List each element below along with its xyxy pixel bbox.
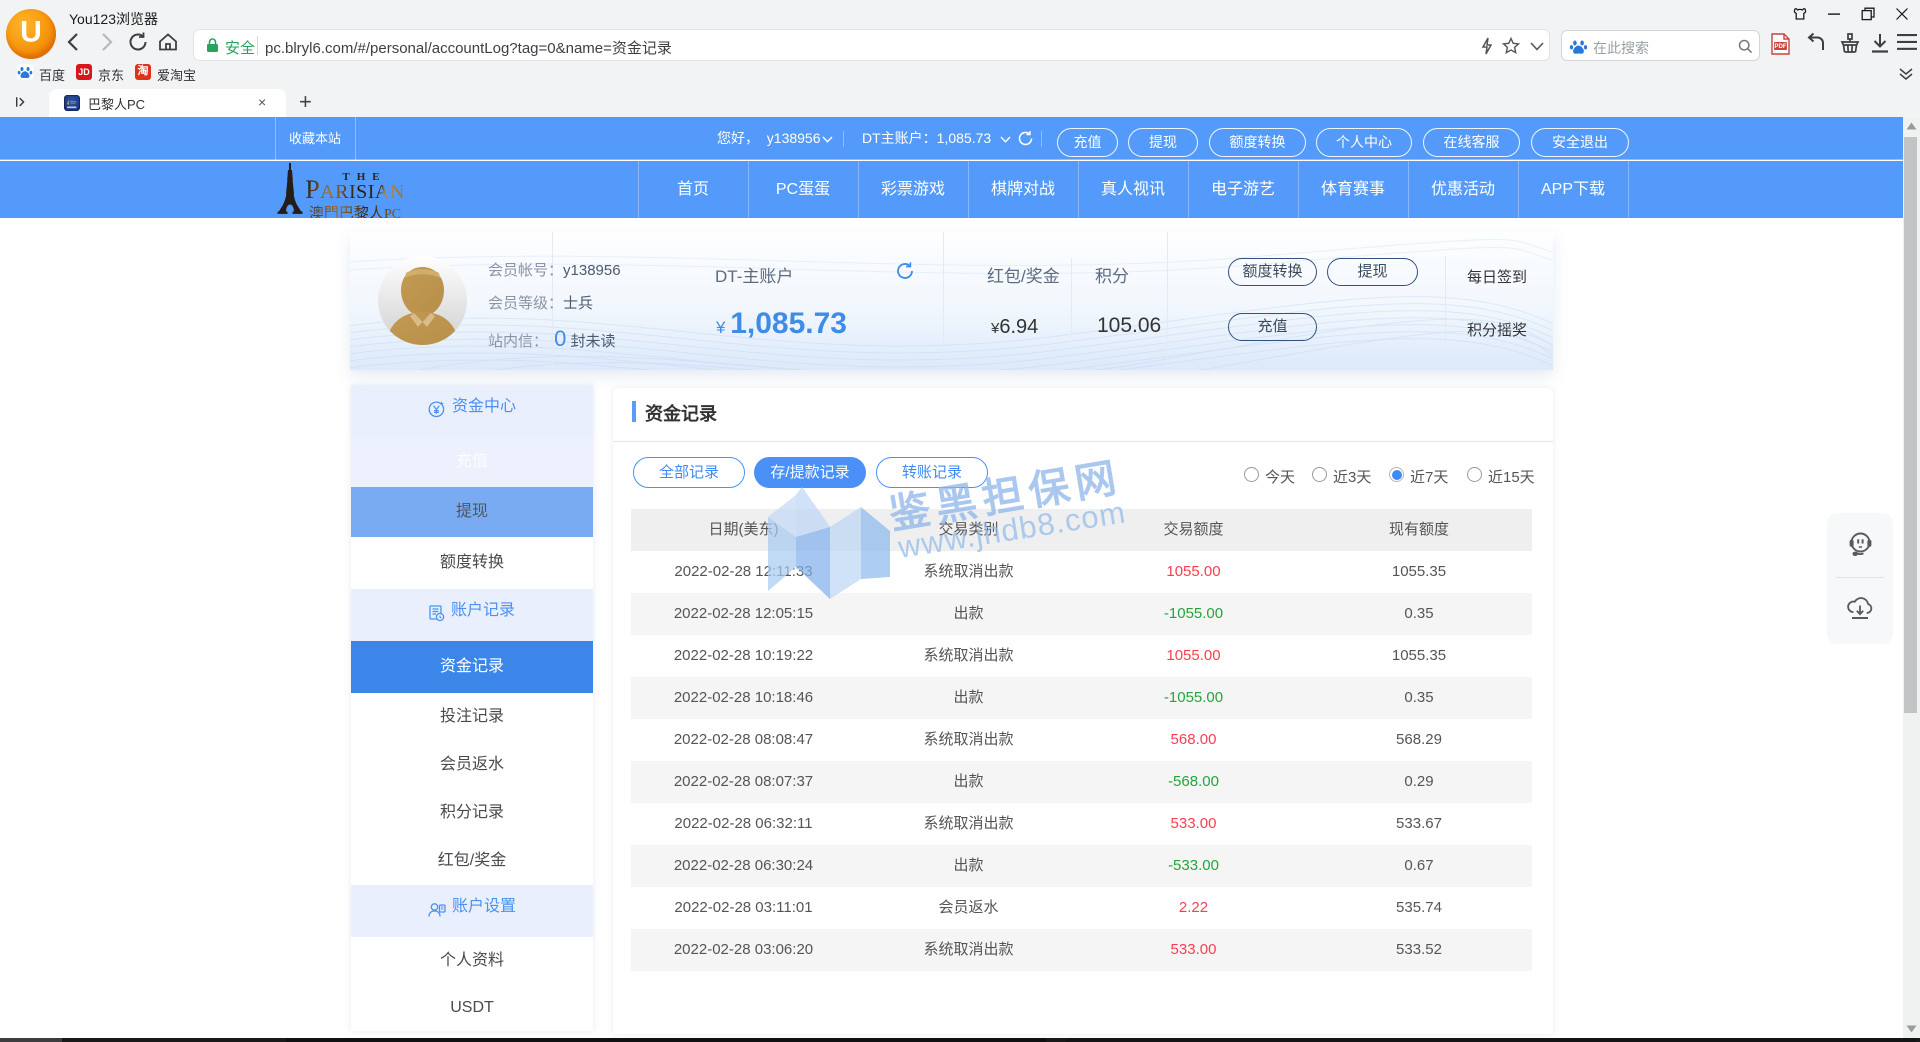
svg-text:PDF: PDF — [1774, 43, 1787, 50]
